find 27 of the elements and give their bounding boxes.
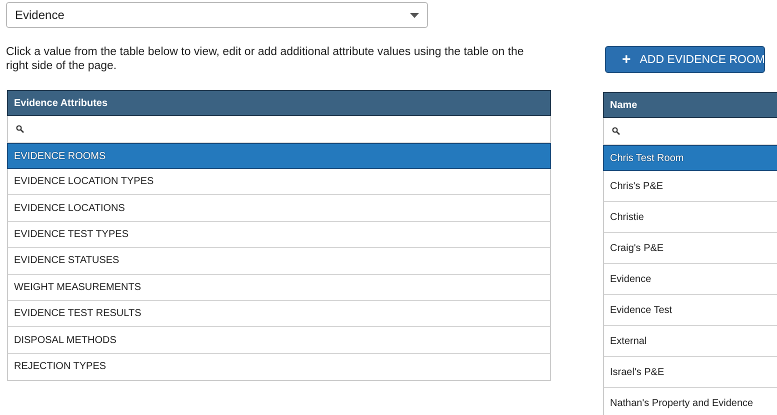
select-value: Evidence — [15, 8, 64, 22]
table-row[interactable]: Israel's P&E — [604, 357, 777, 388]
column-header: Evidence Attributes — [7, 90, 551, 116]
table-row[interactable]: Evidence — [604, 264, 777, 295]
caret-icon — [410, 12, 419, 18]
table-row[interactable]: DISPOSAL METHODS — [8, 327, 550, 354]
column-header: Name — [603, 92, 777, 118]
instruction-text: Click a value from the table below to view, edit or add additional attribute values using the table on the right side of the page. — [6, 45, 525, 73]
search-icon — [612, 127, 620, 135]
table-row[interactable]: EVIDENCE TEST RESULTS — [8, 300, 550, 328]
table-row[interactable]: REJECTION TYPES — [8, 354, 550, 380]
table-row[interactable]: Craig's P&E — [604, 233, 777, 264]
search-icon — [16, 125, 24, 133]
table-row[interactable]: Chris's P&E — [604, 171, 777, 202]
add-evidence-room-button[interactable]: + ADD EVIDENCE ROOM — [605, 46, 765, 73]
table-row[interactable]: Chris Test Room — [603, 145, 777, 171]
table-row[interactable]: EVIDENCE LOCATION TYPES — [8, 169, 550, 196]
table-row[interactable]: EVIDENCE TEST TYPES — [8, 222, 550, 248]
table-row[interactable]: External — [604, 326, 777, 357]
table-row[interactable]: EVIDENCE STATUSES — [8, 248, 550, 275]
table-row[interactable]: EVIDENCE LOCATIONS — [8, 195, 550, 222]
table-row[interactable]: WEIGHT MEASUREMENTS — [8, 274, 550, 301]
table-row[interactable]: EVIDENCE ROOMS — [7, 143, 551, 169]
table-row[interactable]: Evidence Test — [604, 295, 777, 326]
table-row[interactable]: Nathan's Property and Evidence — [604, 388, 777, 415]
table-row[interactable]: Christie — [604, 202, 777, 233]
category-dropdown[interactable]: Evidence — [6, 2, 428, 28]
